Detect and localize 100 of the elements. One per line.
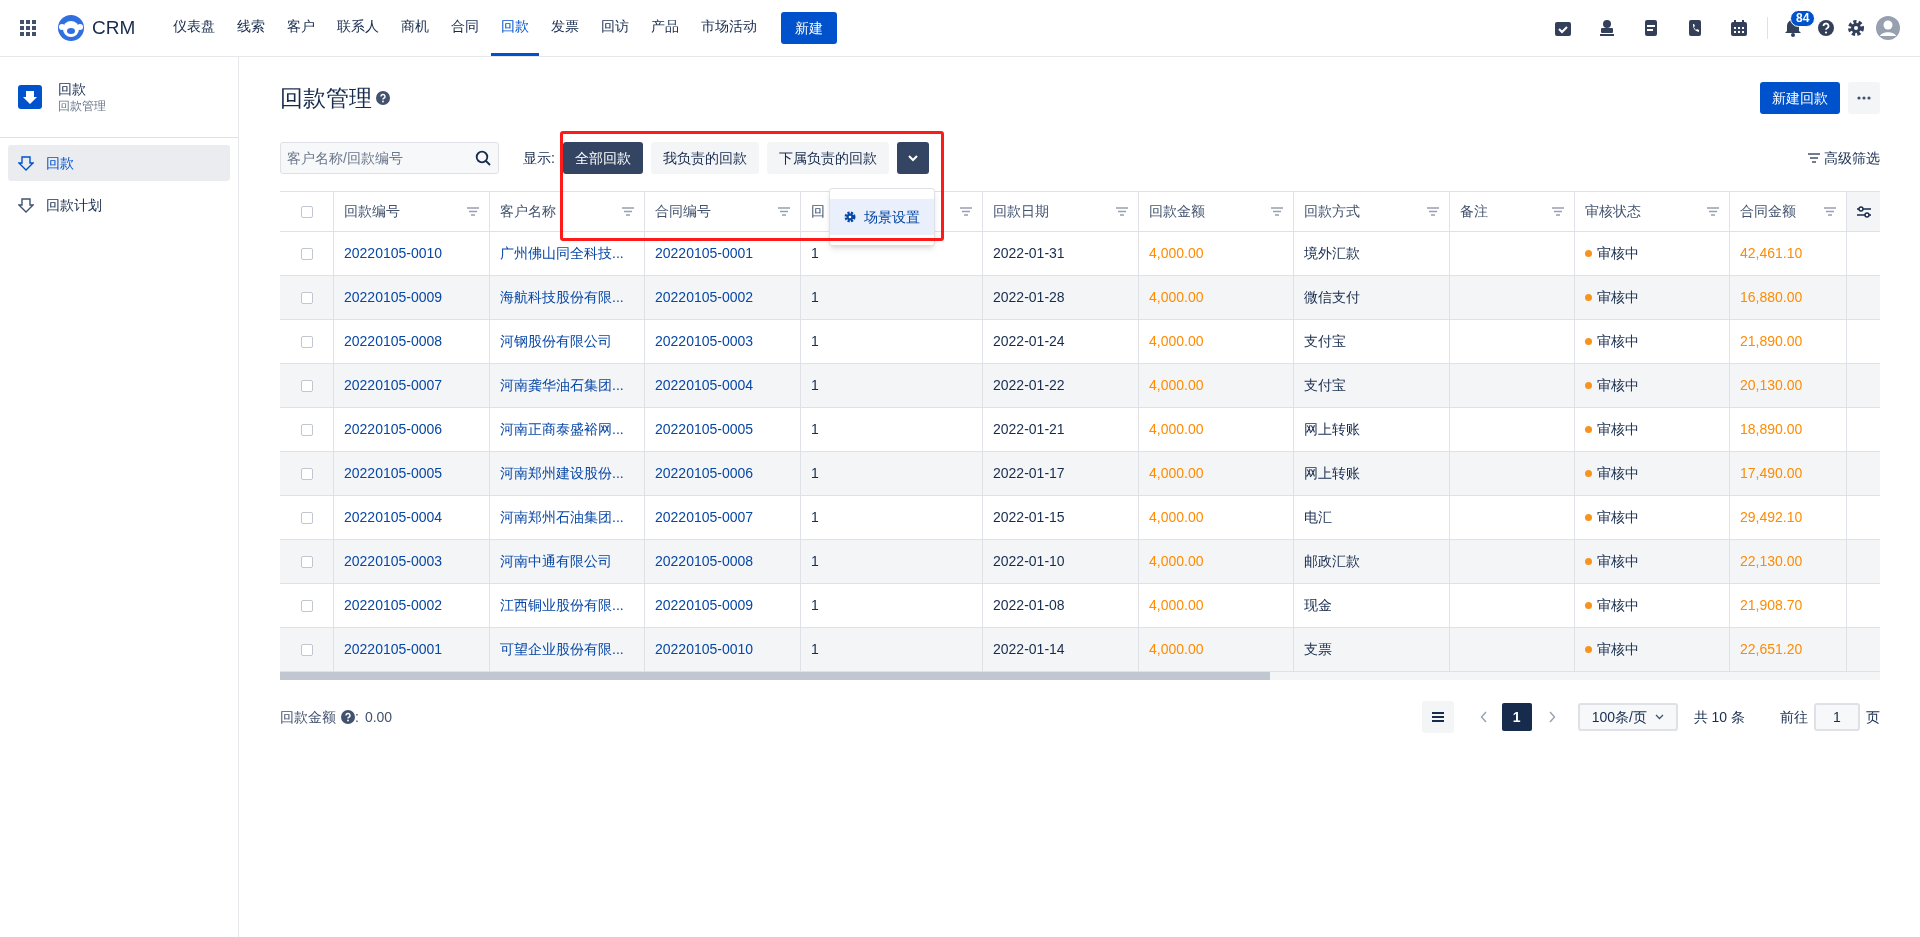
table-link[interactable]: 广州佛山同全科技...: [500, 243, 624, 264]
column-settings-button[interactable]: [1847, 192, 1880, 231]
stamp-icon[interactable]: [1598, 19, 1616, 37]
table-link[interactable]: 20220105-0008: [344, 331, 443, 352]
row-checkbox[interactable]: [300, 555, 313, 568]
table-link[interactable]: 江西铜业股份有限...: [500, 595, 624, 616]
table-link[interactable]: 20220105-0001: [655, 243, 754, 264]
page-button[interactable]: 1: [1501, 703, 1532, 731]
filter-icon[interactable]: [467, 207, 479, 216]
page-size-select[interactable]: 100条/页: [1577, 703, 1678, 731]
table-link[interactable]: 20220105-0010: [344, 243, 443, 264]
phone-book-icon[interactable]: [1686, 19, 1704, 37]
table-link[interactable]: 20220105-0006: [344, 419, 443, 440]
table-link[interactable]: 20220105-0009: [655, 595, 754, 616]
table-link[interactable]: 20220105-0004: [655, 375, 754, 396]
search-icon[interactable]: [475, 150, 491, 166]
table-link[interactable]: 20220105-0010: [655, 639, 754, 660]
table-link[interactable]: 20220105-0006: [655, 463, 754, 484]
row-checkbox[interactable]: [300, 511, 313, 524]
table-link[interactable]: 河南郑州石油集团...: [500, 507, 624, 528]
nav-tab[interactable]: 联系人: [327, 0, 390, 56]
row-checkbox[interactable]: [300, 247, 313, 260]
filter-icon[interactable]: [778, 207, 790, 216]
scrollbar-thumb[interactable]: [280, 672, 1270, 680]
new-button[interactable]: 新建: [781, 12, 838, 44]
row-checkbox[interactable]: [300, 379, 313, 392]
task-calendar-icon[interactable]: [1554, 19, 1572, 37]
density-button[interactable]: [1421, 701, 1454, 733]
table-cell-text: 1: [811, 464, 819, 483]
avatar-icon[interactable]: [1876, 16, 1900, 40]
table-link[interactable]: 20220105-0002: [344, 595, 443, 616]
chevron-left-icon[interactable]: [1479, 711, 1488, 723]
calendar-icon[interactable]: [1730, 19, 1748, 37]
table-cell-text: 网上转账: [1304, 420, 1360, 439]
sidebar-item[interactable]: 回款: [8, 145, 230, 181]
nav-tab[interactable]: 客户: [277, 0, 326, 56]
goto-page-field[interactable]: 1: [1814, 703, 1860, 731]
help-icon[interactable]: [1817, 19, 1835, 37]
row-checkbox[interactable]: [300, 467, 313, 480]
table-link[interactable]: 河南中通有限公司: [500, 551, 612, 572]
nav-tab[interactable]: 市场活动: [691, 0, 768, 56]
table-cell-text: 2022-01-21: [993, 420, 1065, 439]
scene-dropdown-button[interactable]: [896, 142, 929, 174]
new-payment-button[interactable]: 新建回款: [1760, 82, 1840, 114]
nav-tab[interactable]: 合同: [441, 0, 490, 56]
table-link[interactable]: 20220105-0007: [344, 375, 443, 396]
table-link[interactable]: 20220105-0005: [344, 463, 443, 484]
scene-tab[interactable]: 下属负责的回款: [766, 142, 889, 174]
chevron-right-icon[interactable]: [1547, 711, 1556, 723]
scene-tab[interactable]: 我负责的回款: [650, 142, 759, 174]
row-checkbox[interactable]: [300, 335, 313, 348]
table-link[interactable]: 20220105-0007: [655, 507, 754, 528]
row-checkbox[interactable]: [300, 423, 313, 436]
table-cell-text: 4,000.00: [1149, 596, 1204, 615]
document-icon[interactable]: [1642, 19, 1660, 37]
table-link[interactable]: 20220105-0008: [655, 551, 754, 572]
table-link[interactable]: 河南正商泰盛裕网...: [500, 419, 624, 440]
help-icon[interactable]: [341, 710, 355, 724]
search-field[interactable]: 客户名称/回款编号: [280, 142, 499, 174]
status-text: 审核中: [1597, 376, 1639, 395]
filter-icon[interactable]: [1271, 207, 1283, 216]
filter-icon[interactable]: [622, 207, 634, 216]
nav-tab[interactable]: 回款: [491, 0, 540, 56]
sidebar-item[interactable]: 回款计划: [8, 187, 230, 223]
table-link[interactable]: 海航科技股份有限...: [500, 287, 624, 308]
scene-tab[interactable]: 全部回款: [562, 142, 643, 174]
table-link[interactable]: 河南郑州建设股份...: [500, 463, 624, 484]
filter-icon[interactable]: [960, 207, 972, 216]
row-checkbox[interactable]: [300, 291, 313, 304]
nav-tab[interactable]: 仪表盘: [163, 0, 226, 56]
filter-icon[interactable]: [1552, 207, 1564, 216]
more-button[interactable]: [1848, 82, 1880, 114]
scene-settings-item[interactable]: 场景设置: [830, 199, 934, 235]
table-cell-text: 1: [811, 376, 819, 395]
select-all-checkbox[interactable]: [300, 205, 313, 218]
nav-tab[interactable]: 发票: [541, 0, 590, 56]
table-link[interactable]: 20220105-0004: [344, 507, 443, 528]
settings-icon[interactable]: [1847, 19, 1865, 37]
row-checkbox[interactable]: [300, 643, 313, 656]
advanced-filter-button[interactable]: 高级筛选: [1808, 147, 1880, 169]
table-link[interactable]: 可望企业股份有限...: [500, 639, 624, 660]
nav-tab[interactable]: 商机: [391, 0, 440, 56]
table-link[interactable]: 河南龚华油石集团...: [500, 375, 624, 396]
row-checkbox[interactable]: [300, 599, 313, 612]
filter-icon[interactable]: [1824, 207, 1836, 216]
table-link[interactable]: 20220105-0005: [655, 419, 754, 440]
table-link[interactable]: 20220105-0001: [344, 639, 443, 660]
table-link[interactable]: 河钢股份有限公司: [500, 331, 612, 352]
nav-tab[interactable]: 回访: [591, 0, 640, 56]
nav-tab[interactable]: 产品: [641, 0, 690, 56]
table-link[interactable]: 20220105-0003: [655, 331, 754, 352]
help-icon[interactable]: [376, 91, 390, 105]
filter-icon[interactable]: [1116, 207, 1128, 216]
filter-icon[interactable]: [1427, 207, 1439, 216]
table-link[interactable]: 20220105-0002: [655, 287, 754, 308]
table-link[interactable]: 20220105-0009: [344, 287, 443, 308]
nav-tab[interactable]: 线索: [227, 0, 276, 56]
table-link[interactable]: 20220105-0003: [344, 551, 443, 572]
filter-icon[interactable]: [1707, 207, 1719, 216]
apps-menu-icon[interactable]: [20, 20, 36, 36]
